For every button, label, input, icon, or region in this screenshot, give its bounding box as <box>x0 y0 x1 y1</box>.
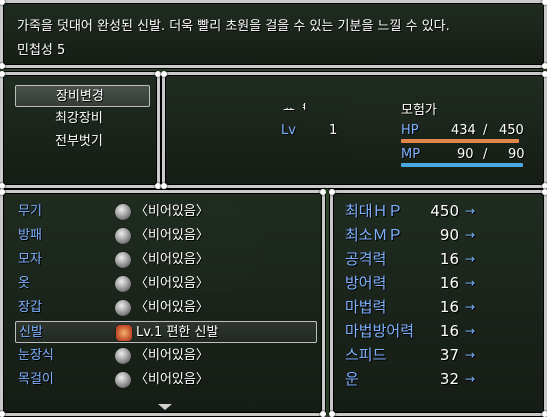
arrow-right-icon: → <box>465 204 476 218</box>
parameter-row: 마법방어력 16 → <box>345 319 535 343</box>
parameter-value: 16 <box>439 250 459 268</box>
equipment-item-name: 〈비어있음〉 <box>135 372 209 387</box>
shoe-icon <box>116 325 132 341</box>
equipment-item-name: 〈비어있음〉 <box>135 204 209 219</box>
command-optimize-equipment[interactable]: 최강장비 <box>15 108 150 130</box>
equipment-slot-row[interactable]: 방패 〈비어있음〉 <box>15 225 317 247</box>
arrow-right-icon: → <box>465 372 476 386</box>
arrow-right-icon: → <box>465 228 476 242</box>
help-description: 가죽을 덧대어 완성된 신발. 더욱 빨리 초원을 걸을 수 있는 기분을 느낄… <box>17 19 450 34</box>
equipment-item-name: 〈비어있음〉 <box>135 300 209 315</box>
equipment-slot-row[interactable]: 장갑 〈비어있음〉 <box>15 297 317 319</box>
arrow-right-icon: → <box>465 324 476 338</box>
parameter-value: 37 <box>439 346 459 364</box>
hp-gauge <box>401 139 523 143</box>
parameter-name: 마법력 <box>345 298 387 316</box>
equipment-slot-type: 눈장식 <box>18 348 54 363</box>
equipment-slot-row[interactable]: 목걸이 〈비어있음〉 <box>15 369 317 391</box>
equipment-item-name: 〈비어있음〉 <box>135 252 209 267</box>
arrow-right-icon: → <box>465 300 476 314</box>
command-window: 장비변경 최강장비 전부벗기 <box>0 71 161 189</box>
equipment-item-name: 〈비어있음〉 <box>135 228 209 243</box>
parameter-value: 16 <box>439 274 459 292</box>
command-change-equipment[interactable]: 장비변경 <box>15 85 150 107</box>
empty-orb-icon <box>115 348 131 364</box>
hp-label: HP <box>401 123 419 138</box>
command-remove-all[interactable]: 전부벗기 <box>15 131 150 153</box>
arrow-right-icon: → <box>465 276 476 290</box>
equipment-slot-row[interactable]: 옷 〈비어있음〉 <box>15 273 317 295</box>
empty-orb-icon <box>115 252 131 268</box>
actor-status-window: ᅭᅧ Lv 1 모험가 HP 434 / 450 MP 90 / 90 <box>161 71 547 189</box>
equipment-slot-row[interactable]: 눈장식 〈비어있음〉 <box>15 345 317 367</box>
equipment-slot-window: 무기 〈비어있음〉 방패 〈비어있음〉 모자 〈비어있음〉 옷 〈비어있음〉 장갑 〈비어있음〉 신… <box>0 189 326 417</box>
mp-gauge <box>401 163 523 167</box>
hp-max: 450 <box>499 123 524 138</box>
parameter-name: 스피드 <box>345 346 387 364</box>
parameter-value: 16 <box>439 298 459 316</box>
empty-orb-icon <box>115 276 131 292</box>
parameter-row: 최대ＨＰ 450 → <box>345 199 535 223</box>
parameter-window: 최대ＨＰ 450 → 최소ＭＰ 90 → 공격력 16 → 방어력 16 → 마법력 16 → 마법방어력 16… <box>329 189 547 417</box>
parameter-value: 16 <box>439 322 459 340</box>
parameter-name: 최소ＭＰ <box>345 226 403 244</box>
equipment-slot-type: 신발 <box>19 325 43 340</box>
parameter-name: 방어력 <box>345 274 387 292</box>
equipment-slot-type: 옷 <box>18 276 30 291</box>
parameter-name: 운 <box>345 370 359 388</box>
equipment-slot-type: 장갑 <box>18 300 42 315</box>
help-stat-bonus: 민첩성 5 <box>17 43 66 58</box>
mp-max: 90 <box>508 147 525 162</box>
hp-current: 434 <box>451 123 476 138</box>
equipment-slot-row[interactable]: 무기 〈비어있음〉 <box>15 201 317 223</box>
parameter-name: 공격력 <box>345 250 387 268</box>
equipment-item-name: 〈비어있음〉 <box>135 276 209 291</box>
equipment-slot-type: 방패 <box>18 228 42 243</box>
empty-orb-icon <box>115 300 131 316</box>
equipment-slot-type: 목걸이 <box>18 372 54 387</box>
level-value: 1 <box>329 123 338 138</box>
scroll-down-indicator[interactable] <box>158 404 172 410</box>
mp-gauge-fill <box>401 163 523 167</box>
parameter-row: 방어력 16 → <box>345 271 535 295</box>
equipment-item-name: 〈비어있음〉 <box>135 348 209 363</box>
parameter-value: 90 <box>439 226 459 244</box>
parameter-row: 스피드 37 → <box>345 343 535 367</box>
hp-gauge-fill <box>401 139 519 143</box>
empty-orb-icon <box>115 228 131 244</box>
parameter-row: 운 32 → <box>345 367 535 391</box>
actor-class: 모험가 <box>401 103 437 118</box>
arrow-right-icon: → <box>465 348 476 362</box>
empty-orb-icon <box>115 372 131 388</box>
arrow-right-icon: → <box>465 252 476 266</box>
parameter-value: 450 <box>430 202 459 220</box>
mp-label: MP <box>401 147 421 162</box>
equipment-slot-row[interactable]: 신발 Lv.1 편한 신발 <box>15 321 317 343</box>
parameter-name: 최대ＨＰ <box>345 202 403 220</box>
empty-orb-icon <box>115 204 131 220</box>
actor-name: ᅭᅧ <box>283 103 307 118</box>
parameter-row: 공격력 16 → <box>345 247 535 271</box>
help-window: 가죽을 덧대어 완성된 신발. 더욱 빨리 초원을 걸을 수 있는 기분을 느낄… <box>0 0 547 69</box>
mp-current: 90 <box>457 147 474 162</box>
parameter-value: 32 <box>439 370 459 388</box>
equipment-item-name: Lv.1 편한 신발 <box>136 325 219 340</box>
equipment-slot-type: 모자 <box>18 252 42 267</box>
level-label: Lv <box>281 123 296 138</box>
parameter-row: 마법력 16 → <box>345 295 535 319</box>
equipment-slot-type: 무기 <box>18 204 42 219</box>
equipment-slot-row[interactable]: 모자 〈비어있음〉 <box>15 249 317 271</box>
parameter-name: 마법방어력 <box>345 322 415 340</box>
parameter-row: 최소ＭＰ 90 → <box>345 223 535 247</box>
